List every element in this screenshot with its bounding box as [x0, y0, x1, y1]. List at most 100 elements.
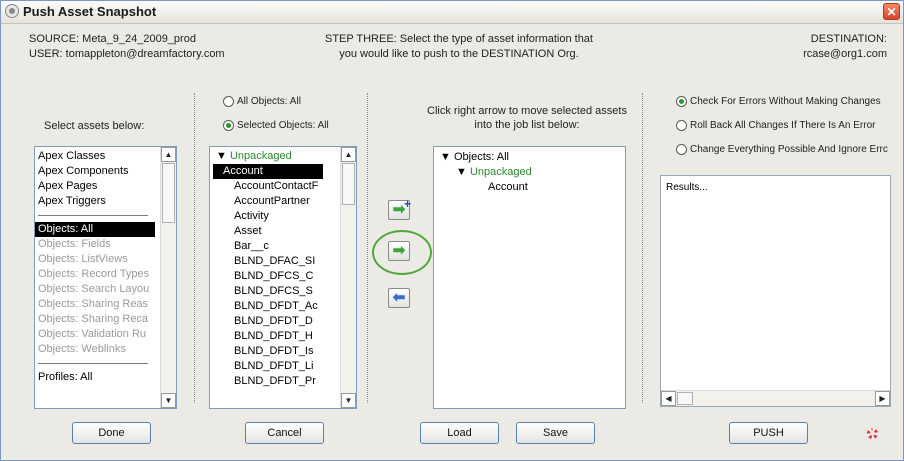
objects-list: ▼ Unpackaged Account AccountContactF Acc…	[210, 147, 356, 389]
tree-item-selected[interactable]: Account	[213, 164, 323, 179]
radio-icon	[676, 120, 687, 131]
list-item[interactable]: Objects: Sharing Reas	[35, 297, 176, 312]
plus-icon: +	[403, 197, 411, 211]
source-info: SOURCE: Meta_9_24_2009_prod USER: tomapp…	[29, 32, 225, 62]
help-lifebuoy-icon[interactable]	[867, 428, 878, 439]
push-asset-snapshot-window: Push Asset Snapshot ✕ SOURCE: Meta_9_24_…	[0, 0, 904, 461]
expand-triangle-icon[interactable]: ▼	[216, 150, 230, 162]
remove-button[interactable]: ⬅	[388, 288, 410, 308]
tree-item[interactable]: BLND_DFAC_SI	[210, 254, 356, 269]
tree-root[interactable]: ▼ Unpackaged	[210, 149, 356, 164]
tree-item[interactable]: BLND_DFCS_S	[210, 284, 356, 299]
scroll-thumb[interactable]	[342, 163, 355, 205]
list-item[interactable]: Apex Classes	[35, 149, 176, 164]
list-item[interactable]: Apex Pages	[35, 179, 176, 194]
divider	[367, 93, 368, 403]
list-divider	[38, 363, 148, 364]
scroll-up-icon[interactable]: ▲	[341, 147, 356, 162]
source-line: SOURCE: Meta_9_24_2009_prod	[29, 33, 196, 45]
joblist: ▼ Objects: All ▼ Unpackaged Account	[434, 147, 625, 195]
tree-item[interactable]: BLND_DFCS_C	[210, 269, 356, 284]
radio-selected-objects[interactable]: Selected Objects: All	[223, 120, 329, 131]
window-title: Push Asset Snapshot	[23, 4, 157, 19]
scroll-up-icon[interactable]: ▲	[161, 147, 176, 162]
destination-label: DESTINATION:	[810, 33, 887, 45]
radio-all-objects[interactable]: All Objects: All	[223, 96, 301, 107]
tree-item[interactable]: AccountPartner	[210, 194, 356, 209]
list-item[interactable]: Objects: Record Types	[35, 267, 176, 282]
tree-item[interactable]: BLND_DFDT_D	[210, 314, 356, 329]
highlight-circle	[372, 230, 432, 275]
tree-item[interactable]: Asset	[210, 224, 356, 239]
tree-item[interactable]: BLND_DFDT_Pr	[210, 374, 356, 389]
list-item[interactable]: Profiles: All	[35, 370, 176, 385]
tree-item[interactable]: BLND_DFDT_Li	[210, 359, 356, 374]
list-item[interactable]: Apex Components	[35, 164, 176, 179]
step-instructions: STEP THREE: Select the type of asset inf…	[289, 32, 629, 62]
list-item[interactable]: Objects: Validation Ru	[35, 327, 176, 342]
assets-scrollbar[interactable]: ▲ ▼	[160, 147, 176, 408]
radio-label: Roll Back All Changes If There Is An Err…	[690, 120, 876, 131]
list-item-selected[interactable]: Objects: All	[35, 222, 155, 237]
radio-rollback[interactable]: Roll Back All Changes If There Is An Err…	[676, 120, 875, 131]
push-button[interactable]: PUSH	[729, 422, 808, 444]
tree-node[interactable]: ▼ Unpackaged	[434, 165, 625, 180]
scroll-right-icon[interactable]: ▶	[875, 391, 890, 406]
radio-icon	[676, 144, 687, 155]
tree-item[interactable]: Bar__c	[210, 239, 356, 254]
list-item[interactable]: Objects: Search Layou	[35, 282, 176, 297]
add-all-button[interactable]: ➡ +	[388, 197, 411, 220]
save-button[interactable]: Save	[516, 422, 595, 444]
expand-triangle-icon[interactable]: ▼	[456, 166, 470, 178]
expand-triangle-icon[interactable]: ▼	[440, 151, 454, 163]
list-item[interactable]: Objects: Fields	[35, 237, 176, 252]
tree-item[interactable]: AccountContactF	[210, 179, 356, 194]
gear-icon	[5, 4, 19, 18]
radio-label: Selected Objects: All	[237, 120, 329, 131]
tree-root[interactable]: ▼ Objects: All	[434, 150, 625, 165]
divider	[642, 93, 643, 403]
objects-scrollbar[interactable]: ▲ ▼	[340, 147, 356, 408]
destination-info: DESTINATION: rcase@org1.com	[803, 32, 887, 62]
tree-root-label: Objects: All	[453, 151, 509, 163]
tree-item[interactable]: BLND_DFDT_Ac	[210, 299, 356, 314]
cancel-button[interactable]: Cancel	[245, 422, 324, 444]
list-divider	[38, 215, 148, 216]
list-item[interactable]: Objects: Weblinks	[35, 342, 176, 357]
objects-tree[interactable]: ▼ Unpackaged Account AccountContactF Acc…	[209, 146, 357, 409]
divider	[194, 93, 195, 403]
joblist-tree[interactable]: ▼ Objects: All ▼ Unpackaged Account	[433, 146, 626, 409]
list-item[interactable]: Objects: ListViews	[35, 252, 176, 267]
tree-item[interactable]: BLND_DFDT_H	[210, 329, 356, 344]
tree-root-label: Unpackaged	[229, 150, 292, 162]
user-line: USER: tomappleton@dreamfactory.com	[29, 48, 225, 60]
list-item[interactable]: Apex Triggers	[35, 194, 176, 209]
load-button[interactable]: Load	[420, 422, 499, 444]
list-item[interactable]: Objects: Sharing Reca	[35, 312, 176, 327]
assets-listbox[interactable]: Apex Classes Apex Components Apex Pages …	[34, 146, 177, 409]
step-line-2: you would like to push to the DESTINATIO…	[339, 48, 579, 60]
results-area[interactable]: Results... ◀ ▶	[660, 175, 891, 407]
radio-label: All Objects: All	[237, 96, 301, 107]
radio-check-errors[interactable]: Check For Errors Without Making Changes	[676, 96, 881, 107]
radio-label: Check For Errors Without Making Changes	[690, 96, 881, 107]
radio-change-everything[interactable]: Change Everything Possible And Ignore Er…	[676, 144, 888, 155]
assets-label: Select assets below:	[44, 120, 145, 132]
title-bar: Push Asset Snapshot ✕	[1, 1, 903, 24]
step-line-1: STEP THREE: Select the type of asset inf…	[324, 33, 593, 45]
results-hscrollbar[interactable]: ◀ ▶	[661, 390, 890, 406]
tree-item[interactable]: BLND_DFDT_Is	[210, 344, 356, 359]
close-button[interactable]: ✕	[883, 3, 900, 20]
radio-checked-icon	[223, 120, 234, 131]
scroll-down-icon[interactable]: ▼	[161, 393, 176, 408]
tree-item[interactable]: Activity	[210, 209, 356, 224]
scroll-left-icon[interactable]: ◀	[661, 391, 676, 406]
tree-item[interactable]: Account	[434, 180, 625, 195]
scroll-thumb[interactable]	[677, 392, 693, 405]
done-button[interactable]: Done	[72, 422, 151, 444]
scroll-thumb[interactable]	[162, 163, 175, 223]
joblist-label-line-2: into the job list below:	[474, 119, 580, 131]
scroll-down-icon[interactable]: ▼	[341, 393, 356, 408]
radio-label: Change Everything Possible And Ignore Er…	[690, 144, 888, 155]
joblist-label: Click right arrow to move selected asset…	[427, 104, 627, 132]
